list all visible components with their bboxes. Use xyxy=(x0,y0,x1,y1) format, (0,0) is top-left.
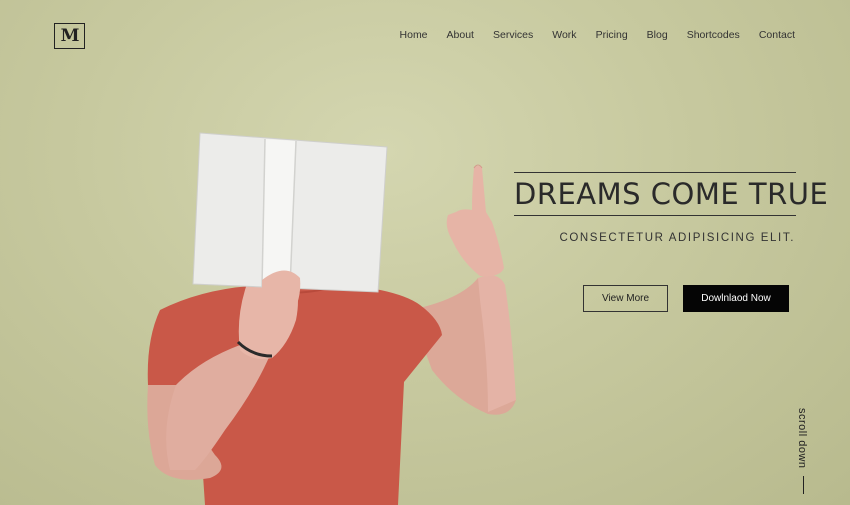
scroll-down-label: scroll down xyxy=(796,408,808,469)
scroll-down-link[interactable]: scroll down xyxy=(796,408,812,498)
hero-headline: DREAMS COME TRUE xyxy=(514,177,829,211)
hero-photo xyxy=(147,132,516,505)
download-now-button[interactable]: Dowlnlaod Now xyxy=(683,285,789,312)
hero-heading-block: DREAMS COME TRUE xyxy=(514,172,829,216)
view-more-button[interactable]: View More xyxy=(583,285,668,312)
scroll-down-line xyxy=(803,476,804,494)
hero-subline: CONSECTETUR ADIPISICING ELIT. xyxy=(559,232,795,244)
pointing-hand xyxy=(446,166,504,277)
headline-bottom-rule xyxy=(514,215,796,216)
